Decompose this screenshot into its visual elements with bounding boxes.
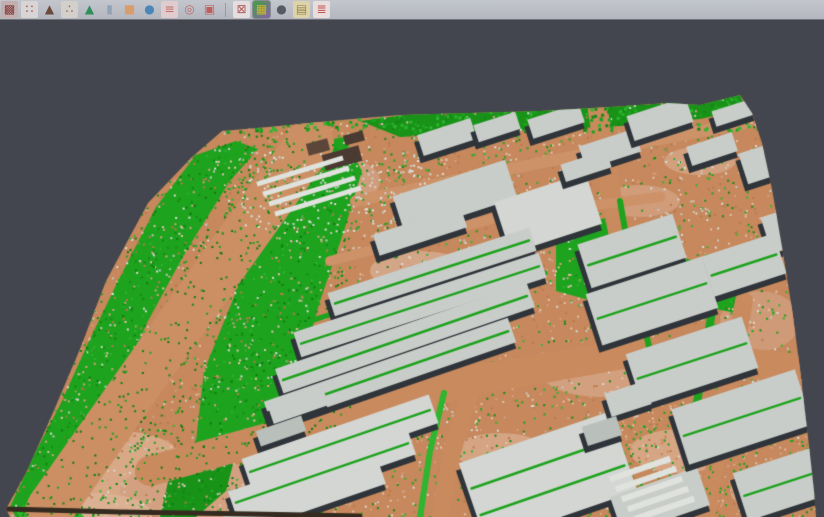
clip-box-button[interactable]: ▩ bbox=[1, 1, 18, 18]
clip-box-icon: ▩ bbox=[4, 2, 15, 17]
display-by-class-button[interactable]: ▦ bbox=[253, 1, 270, 18]
deselect-icon: ⊠ bbox=[236, 2, 246, 17]
toolbar: ▩ ∷ ▲ ∴ ▲ ▮ ■ ● ≡ ◎ ▣ ⊠ ▦ ● ▤ ≣ bbox=[0, 0, 824, 20]
classify-points-button[interactable]: ∷ bbox=[21, 1, 38, 18]
area-select-icon: ■ bbox=[124, 2, 135, 17]
display-by-intensity-icon: ● bbox=[276, 2, 286, 17]
viewport bbox=[0, 21, 824, 517]
display-by-elevation-icon: ▤ bbox=[296, 2, 307, 17]
profile-column-button[interactable]: ▮ bbox=[101, 1, 118, 18]
application-window: ▩ ∷ ▲ ∴ ▲ ▮ ■ ● ≡ ◎ ▣ ⊠ ▦ ● ▤ ≣ bbox=[0, 0, 824, 517]
sphere-view-button[interactable]: ● bbox=[141, 1, 158, 18]
zoom-extent-button[interactable]: ▣ bbox=[201, 1, 218, 18]
display-by-rgb-icon: ≣ bbox=[316, 2, 326, 17]
terrain-model-button[interactable]: ▲ bbox=[41, 1, 58, 18]
display-by-intensity-button[interactable]: ● bbox=[273, 1, 290, 18]
display-by-elevation-button[interactable]: ▤ bbox=[293, 1, 310, 18]
area-select-button[interactable]: ■ bbox=[121, 1, 138, 18]
display-by-rgb-button[interactable]: ≣ bbox=[313, 1, 330, 18]
layer-list-icon: ≡ bbox=[164, 2, 174, 17]
sphere-view-icon: ● bbox=[144, 2, 154, 17]
ground-points-button[interactable]: ∴ bbox=[61, 1, 78, 18]
circle-select-button[interactable]: ◎ bbox=[181, 1, 198, 18]
terrain-model-icon: ▲ bbox=[45, 2, 54, 17]
ground-points-icon: ∴ bbox=[66, 2, 74, 17]
circle-select-icon: ◎ bbox=[184, 2, 194, 17]
deselect-button[interactable]: ⊠ bbox=[233, 1, 250, 18]
layer-list-button[interactable]: ≡ bbox=[161, 1, 178, 18]
profile-column-icon: ▮ bbox=[106, 2, 113, 17]
3d-view-canvas[interactable] bbox=[0, 21, 824, 517]
classify-points-icon: ∷ bbox=[26, 2, 34, 17]
vegetation-model-button[interactable]: ▲ bbox=[81, 1, 98, 18]
zoom-extent-icon: ▣ bbox=[204, 2, 215, 17]
toolbar-separator bbox=[225, 3, 226, 17]
vegetation-model-icon: ▲ bbox=[85, 2, 94, 17]
display-by-class-icon: ▦ bbox=[256, 2, 267, 17]
